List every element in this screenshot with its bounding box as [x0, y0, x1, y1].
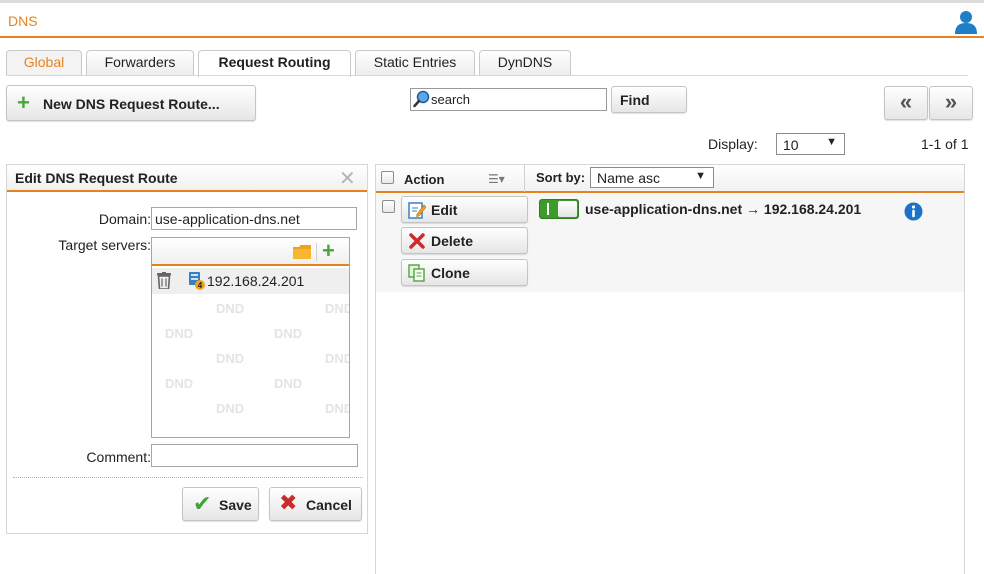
target-servers-toolbar: +	[152, 238, 349, 266]
watermark: DND	[274, 326, 303, 341]
edit-button[interactable]: Edit	[401, 196, 528, 223]
edit-panel-title: Edit DNS Request Route	[15, 170, 178, 186]
toggle-knob	[558, 201, 577, 217]
svg-text:4: 4	[198, 281, 203, 290]
watermark: DND	[325, 351, 349, 366]
edit-label: Edit	[431, 202, 458, 218]
server-icon: 4	[189, 272, 205, 290]
display-count-select[interactable]: 10 ▼	[776, 133, 845, 155]
sort-by-value: Name asc	[597, 170, 661, 186]
comment-label: Comment:	[86, 449, 151, 465]
folder-icon[interactable]	[293, 245, 311, 259]
list-header: Action ☰▾ Sort by: Name asc ▼	[376, 165, 964, 193]
target-servers-list[interactable]: + 4 192.168.24.201 DND DND DND DND DND	[151, 237, 350, 438]
column-menu-icon[interactable]: ☰▾	[488, 172, 505, 186]
display-count-value: 10	[783, 137, 799, 153]
plus-icon[interactable]: +	[322, 240, 335, 262]
app-header: DNS	[0, 3, 984, 38]
row-checkbox[interactable]	[382, 200, 395, 213]
clone-label: Clone	[431, 265, 470, 281]
watermark: DND	[216, 351, 245, 366]
tab-request-routing[interactable]: Request Routing	[198, 50, 351, 77]
watermark: DND	[216, 301, 245, 316]
cancel-label: Cancel	[306, 497, 352, 513]
plus-icon: +	[17, 90, 30, 115]
user-icon[interactable]	[953, 9, 979, 35]
target-server-item[interactable]: 4 192.168.24.201	[152, 268, 349, 294]
watermark: DND	[325, 401, 349, 416]
delete-button[interactable]: Delete	[401, 227, 528, 254]
watermark: DND	[274, 376, 303, 391]
toggle-on-mark	[547, 203, 549, 215]
domain-label: Domain:	[98, 211, 151, 227]
form-divider	[13, 477, 363, 478]
watermark: DND	[165, 326, 194, 341]
route-entry-text: use-application-dns.net → 192.168.24.201	[585, 201, 862, 217]
delete-icon	[409, 233, 425, 249]
toolbar-divider	[316, 243, 317, 261]
sort-by-label: Sort by:	[536, 170, 586, 185]
chevron-down-icon: ▼	[826, 136, 837, 148]
x-icon: ✖	[279, 490, 298, 515]
search-icon	[413, 90, 430, 108]
tab-static-entries[interactable]: Static Entries	[355, 50, 475, 76]
delete-label: Delete	[431, 233, 474, 249]
clone-icon	[408, 264, 425, 282]
trash-icon[interactable]	[157, 272, 171, 289]
save-button[interactable]: ✔ Save	[182, 487, 259, 521]
clone-button[interactable]: Clone	[401, 259, 528, 286]
watermark: DND	[165, 376, 194, 391]
close-icon[interactable]: ✕	[339, 166, 356, 191]
next-page-button[interactable]: »	[929, 86, 973, 120]
save-label: Save	[219, 497, 252, 513]
info-icon[interactable]	[904, 202, 923, 221]
watermark: DND	[216, 401, 245, 416]
select-all-checkbox[interactable]	[381, 171, 394, 184]
search-input[interactable]	[431, 91, 603, 108]
checkmark-icon: ✔	[193, 491, 212, 516]
tab-dyndns[interactable]: DynDNS	[479, 50, 571, 76]
target-server-ip: 192.168.24.201	[207, 273, 305, 289]
app-title: DNS	[8, 13, 38, 29]
new-dns-request-route-button[interactable]: + New DNS Request Route...	[6, 85, 256, 121]
watermark: DND	[325, 301, 349, 316]
chevron-down-icon: ▼	[695, 170, 706, 182]
find-label: Find	[620, 92, 650, 108]
tab-divider	[6, 75, 968, 76]
action-column-header: Action	[404, 172, 445, 187]
target-servers-label: Target servers:	[58, 237, 151, 253]
edit-icon	[408, 202, 426, 219]
tab-global[interactable]: Global	[6, 50, 82, 76]
routes-list-panel: Action ☰▾ Sort by: Name asc ▼ Edit Delet…	[375, 164, 965, 574]
domain-input[interactable]	[151, 207, 357, 230]
edit-panel-header: Edit DNS Request Route ✕	[7, 165, 367, 192]
new-route-label: New DNS Request Route...	[43, 96, 220, 112]
comment-input[interactable]	[151, 444, 358, 467]
header-divider	[524, 165, 525, 192]
display-label: Display:	[708, 136, 758, 152]
tab-forwarders[interactable]: Forwarders	[86, 50, 194, 76]
previous-page-button[interactable]: «	[884, 86, 928, 120]
find-button[interactable]: Find	[611, 86, 687, 113]
edit-route-panel: Edit DNS Request Route ✕ Domain: Target …	[6, 164, 368, 534]
list-item: Edit Delete Clone use-application-dns.ne…	[376, 194, 964, 292]
paging-info: 1-1 of 1	[921, 136, 969, 152]
cancel-button[interactable]: ✖ Cancel	[269, 487, 362, 521]
enabled-toggle[interactable]	[539, 199, 579, 219]
search-box[interactable]	[410, 88, 607, 111]
sort-by-select[interactable]: Name asc ▼	[590, 167, 714, 188]
